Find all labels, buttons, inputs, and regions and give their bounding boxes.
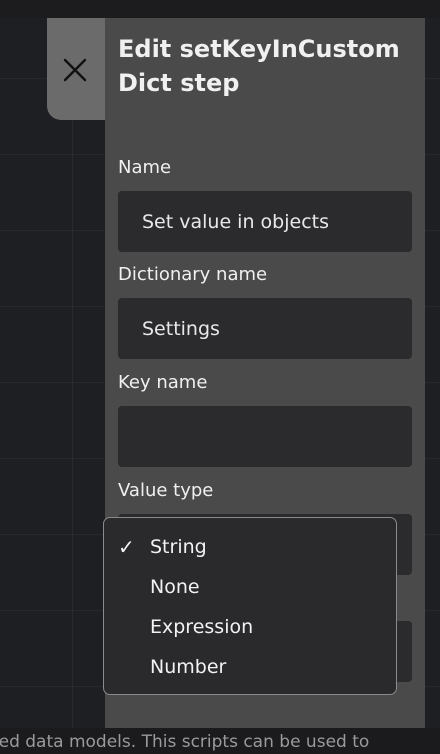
option-label: None [150,576,200,598]
value-type-label: Value type [118,480,214,501]
top-strip [0,0,440,18]
name-label: Name [118,157,172,178]
close-button[interactable] [47,18,105,120]
dropdown-option-string[interactable]: ✓ String [104,527,396,567]
option-label: String [150,536,207,558]
option-label: Expression [150,616,254,638]
name-input[interactable] [118,191,412,252]
value-type-dropdown: ✓ String None Expression Number [103,517,397,695]
dropdown-option-none[interactable]: None [104,567,396,607]
panel-title: Edit setKeyInCustomDict step [118,35,400,97]
key-name-label: Key name [118,372,208,393]
option-label: Number [150,656,227,678]
dictionary-name-input[interactable] [118,298,412,359]
key-name-input[interactable] [118,406,412,467]
check-icon: ✓ [118,535,135,559]
dropdown-option-expression[interactable]: Expression [104,607,396,647]
background-description-text: red data models. This scripts can be use… [0,728,440,754]
close-icon [63,58,87,82]
dictionary-name-label: Dictionary name [118,264,268,285]
dropdown-option-number[interactable]: Number [104,647,396,687]
